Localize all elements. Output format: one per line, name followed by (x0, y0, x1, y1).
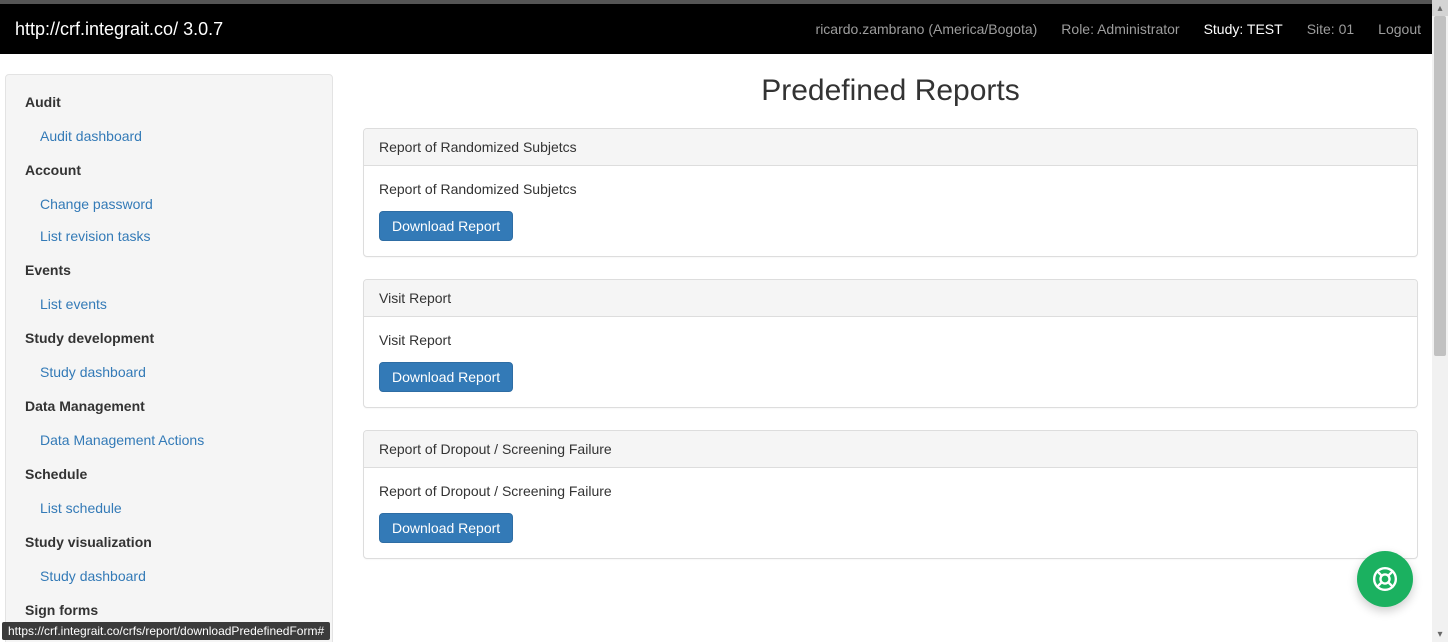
nav-role[interactable]: Role: Administrator (1049, 6, 1191, 52)
scroll-up-arrow[interactable]: ▴ (1432, 0, 1448, 16)
panel-body: Report of Dropout / Screening Failure Dow… (364, 468, 1417, 558)
sidebar-link[interactable]: Change password (25, 188, 313, 220)
navbar-right: ricardo.zambrano (America/Bogota) Role: … (804, 6, 1433, 52)
nav-study[interactable]: Study: TEST (1192, 6, 1295, 52)
sidebar-group-title: Events (25, 262, 313, 278)
panel-heading: Report of Randomized Subjetcs (364, 129, 1417, 166)
sidebar-link[interactable]: List schedule (25, 492, 313, 524)
nav-user[interactable]: ricardo.zambrano (America/Bogota) (804, 6, 1050, 52)
page-title: Predefined Reports (363, 74, 1418, 108)
sidebar-group-title: Study development (25, 330, 313, 346)
report-body-title: Report of Randomized Subjetcs (379, 181, 1402, 197)
sidebar-group-title: Account (25, 162, 313, 178)
main-content: Predefined Reports Report of Randomized … (333, 54, 1448, 642)
download-report-button[interactable]: Download Report (379, 211, 513, 241)
sidebar-group-title: Audit (25, 94, 313, 110)
sidebar-group-title: Sign forms (25, 602, 313, 618)
sidebar-link[interactable]: Audit dashboard (25, 120, 313, 152)
report-body-title: Report of Dropout / Screening Failure (379, 483, 1402, 499)
scroll-thumb[interactable] (1434, 16, 1446, 356)
report-body-title: Visit Report (379, 332, 1402, 348)
sidebar-well: Audit Audit dashboard Account Change passwo… (5, 74, 333, 642)
sidebar-link[interactable]: Data Management Actions (25, 424, 313, 456)
nav-site[interactable]: Site: 01 (1295, 6, 1366, 52)
panel-body: Report of Randomized Subjetcs Download Re… (364, 166, 1417, 256)
panel-heading: Visit Report (364, 280, 1417, 317)
download-report-button[interactable]: Download Report (379, 513, 513, 543)
scroll-down-arrow[interactable]: ▾ (1432, 626, 1448, 642)
sidebar-link[interactable]: Study dashboard (25, 560, 313, 592)
sidebar-group-title: Schedule (25, 466, 313, 482)
sidebar-link[interactable]: Study dashboard (25, 356, 313, 388)
report-panel: Report of Dropout / Screening FailureRep… (363, 430, 1418, 559)
panel-heading: Report of Dropout / Screening Failure (364, 431, 1417, 468)
sidebar-group-title: Data Management (25, 398, 313, 414)
sidebar-link[interactable]: List events (25, 288, 313, 320)
lifebuoy-icon (1372, 566, 1398, 592)
nav-logout[interactable]: Logout (1366, 6, 1433, 52)
vertical-scrollbar[interactable]: ▴ ▾ (1432, 0, 1448, 642)
help-fab[interactable] (1357, 551, 1413, 607)
navbar: http://crf.integrait.co/ 3.0.7 ricardo.z… (0, 4, 1448, 54)
sidebar: Audit Audit dashboard Account Change passwo… (0, 54, 333, 642)
report-panel: Visit Report Visit Report Download Report (363, 279, 1418, 408)
status-bar-url: https://crf.integrait.co/crfs/report/dow… (2, 622, 330, 640)
sidebar-link[interactable]: List revision tasks (25, 220, 313, 252)
panel-body: Visit Report Download Report (364, 317, 1417, 407)
download-report-button[interactable]: Download Report (379, 362, 513, 392)
sidebar-group-title: Study visualization (25, 534, 313, 550)
report-panel: Report of Randomized SubjetcsReport of R… (363, 128, 1418, 257)
navbar-brand[interactable]: http://crf.integrait.co/ 3.0.7 (15, 19, 223, 40)
